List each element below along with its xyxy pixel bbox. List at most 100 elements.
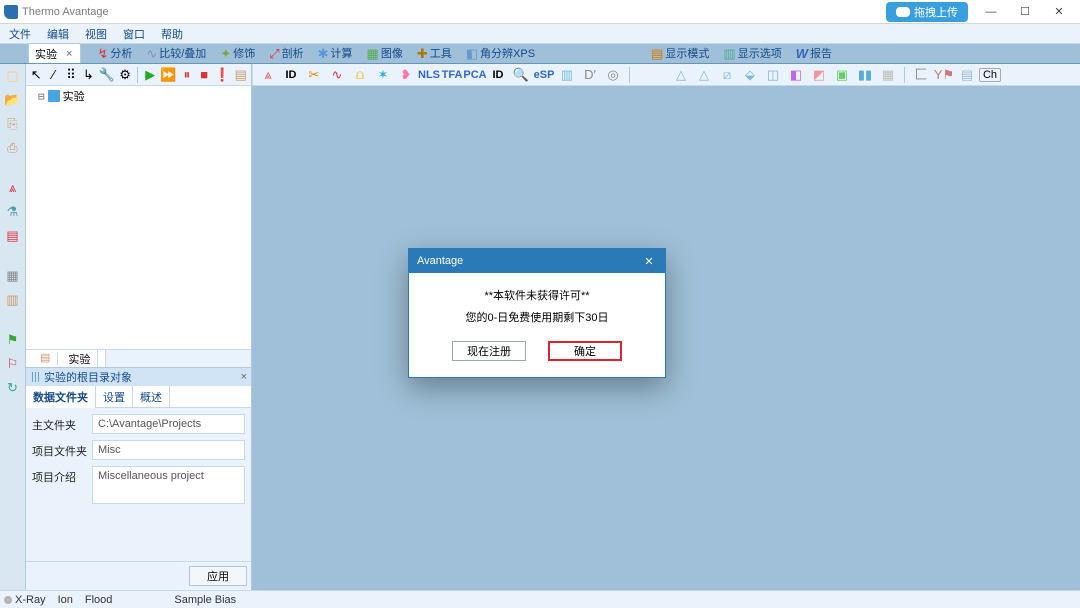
tab-image[interactable]: ▦图像 (361, 43, 409, 63)
register-button[interactable]: 现在注册 (452, 341, 526, 361)
mt-bell-icon[interactable]: ⩍ (351, 66, 369, 84)
mt-y-icon[interactable]: Y⚑ (935, 66, 953, 84)
mt-pca-button[interactable]: PCA (466, 66, 484, 84)
tab-display-mode[interactable]: ▤显示模式 (645, 43, 715, 63)
tree-twisty-icon[interactable]: ⊟ (38, 90, 45, 103)
mt-id-label: ID (286, 69, 297, 81)
panel-grip-icon[interactable] (32, 372, 40, 382)
main-folder-label: 主文件夹 (32, 414, 92, 433)
minimize-button[interactable]: — (974, 1, 1008, 23)
ok-button[interactable]: 确定 (548, 341, 622, 361)
tab-calc[interactable]: ✱计算 (312, 43, 359, 63)
tool-pause-icon[interactable]: ⏸ (180, 66, 194, 84)
tool-gear-icon[interactable]: ⚙ (118, 66, 132, 84)
tab-close-icon[interactable]: × (66, 48, 72, 60)
vstrip-peak-icon[interactable]: ⩓ (4, 178, 22, 196)
mt-ch6-icon[interactable]: ◧ (787, 66, 805, 84)
mt-table2-icon[interactable]: ▤ (958, 66, 976, 84)
display-opts-icon: ▥ (723, 47, 735, 60)
mt-ch3-icon[interactable]: ⧄ (718, 66, 736, 84)
dialog-close-icon[interactable]: ✕ (641, 255, 657, 268)
overlay-icon: ∿ (146, 47, 157, 60)
menu-window[interactable]: 窗口 (116, 24, 152, 44)
mt-grid-icon[interactable]: ▦ (879, 66, 897, 84)
prop-tab-overview[interactable]: 概述 (133, 386, 170, 408)
tab-decorate[interactable]: ✦修饰 (214, 43, 261, 63)
vstrip-stack-icon[interactable]: ▤ (4, 226, 22, 244)
mt-id-button[interactable]: ID (282, 66, 300, 84)
tool-wrench-icon[interactable]: 🔧 (99, 66, 115, 84)
dialog-line1: **本软件未获得许可** (417, 287, 657, 303)
tool-cursor-icon[interactable]: ↖ (29, 66, 43, 84)
main-folder-field[interactable]: C:\Avantage\Projects (92, 414, 245, 434)
project-folder-field[interactable]: Misc (92, 440, 245, 460)
mt-ch7-icon[interactable]: ◩ (810, 66, 828, 84)
mt-id2-button[interactable]: ID (489, 66, 507, 84)
tool-sheet-icon[interactable]: ▤ (234, 66, 248, 84)
mini-tab-experiment[interactable]: ▤实验 (26, 350, 106, 367)
menu-file[interactable]: 文件 (2, 24, 38, 44)
prop-tab-settings[interactable]: 设置 (96, 386, 133, 408)
mt-axis-icon[interactable]: ⼕ (912, 66, 930, 84)
prop-tab-data[interactable]: 数据文件夹 (26, 386, 96, 408)
mt-barchart-icon[interactable]: ▮▮ (856, 66, 874, 84)
mt-ribbon-icon[interactable]: ❥ (397, 66, 415, 84)
tool-line-icon[interactable]: ∕ (46, 66, 60, 84)
vstrip-tag-icon[interactable]: ⚑ (4, 330, 22, 348)
mt-curve-icon[interactable]: ∿ (328, 66, 346, 84)
vstrip-chem-icon[interactable]: ⚗ (4, 202, 22, 220)
tree-root[interactable]: ⊟ 实验 (26, 86, 251, 106)
vstrip-open-icon[interactable]: 📂 (4, 90, 22, 108)
mt-ch-button[interactable]: Ch (981, 66, 999, 84)
tab-compare[interactable]: ∿比较/叠加 (140, 43, 212, 63)
mt-tfa-button[interactable]: TFA (443, 66, 461, 84)
vstrip-clip-icon[interactable]: ⎙ (4, 138, 22, 156)
tool-play-icon[interactable]: ▶ (143, 66, 157, 84)
mt-id2-label: ID (493, 69, 504, 81)
mt-scissors-icon[interactable]: ✂ (305, 66, 323, 84)
mt-peak-icon[interactable]: ⩓ (259, 66, 277, 84)
properties-close-icon[interactable]: × (241, 371, 247, 383)
tool-fwd-icon[interactable]: ⏩ (160, 66, 176, 84)
menu-help[interactable]: 帮助 (154, 24, 190, 44)
mt-ch8-icon[interactable]: ▣ (833, 66, 851, 84)
mt-ch2-icon[interactable]: △ (695, 66, 713, 84)
vstrip-untag-icon[interactable]: ⚐ (4, 354, 22, 372)
tab-tools[interactable]: ✚工具 (411, 43, 458, 63)
mt-bars-icon[interactable]: ▥ (558, 66, 576, 84)
close-button[interactable]: ✕ (1042, 1, 1076, 23)
mt-d-icon[interactable]: D′ (581, 66, 599, 84)
mt-cross-icon[interactable]: ✶ (374, 66, 392, 84)
tab-report[interactable]: W报告 (790, 43, 838, 63)
calc-icon: ✱ (318, 47, 329, 60)
vstrip-sync-icon[interactable]: ↻ (4, 378, 22, 396)
mt-target-icon[interactable]: ◎ (604, 66, 622, 84)
menu-edit[interactable]: 编辑 (40, 24, 76, 44)
mt-nls-button[interactable]: NLS (420, 66, 438, 84)
maximize-button[interactable]: ☐ (1008, 1, 1042, 23)
mt-esp-button[interactable]: eSP (535, 66, 553, 84)
tab-profile[interactable]: ⤢剖析 (263, 43, 309, 63)
mt-ch5-icon[interactable]: ◫ (764, 66, 782, 84)
vstrip-grid-icon[interactable]: ▦ (4, 266, 22, 284)
menu-view[interactable]: 视图 (78, 24, 114, 44)
mt-ch1-icon[interactable]: △ (672, 66, 690, 84)
tool-stop-icon[interactable]: ■ (197, 66, 211, 84)
tab-analysis[interactable]: ↯分析 (91, 43, 138, 63)
project-desc-field[interactable]: Miscellaneous project (92, 466, 245, 504)
vstrip-new-icon[interactable]: ▢ (4, 66, 22, 84)
mt-search-icon[interactable]: 🔍 (512, 66, 530, 84)
cloud-upload-button[interactable]: 拖拽上传 (886, 2, 968, 22)
apply-button[interactable]: 应用 (189, 566, 247, 586)
main-canvas[interactable] (252, 86, 1080, 590)
vstrip-table-icon[interactable]: ▥ (4, 290, 22, 308)
tool-dots-icon[interactable]: ⠿ (64, 66, 78, 84)
tab-arxps[interactable]: ◧角分辨XPS (460, 43, 541, 63)
tab-display-opts[interactable]: ▥显示选项 (717, 43, 787, 63)
tool-alert-icon[interactable]: ❗ (214, 66, 230, 84)
tab-experiment[interactable]: 实验 × (28, 43, 81, 63)
tool-branch-icon[interactable]: ↳ (81, 66, 95, 84)
mt-ch4-icon[interactable]: ⬙ (741, 66, 759, 84)
vstrip-copy-icon[interactable]: ⎘ (4, 114, 22, 132)
experiment-tree[interactable]: ⊟ 实验 (26, 86, 251, 349)
